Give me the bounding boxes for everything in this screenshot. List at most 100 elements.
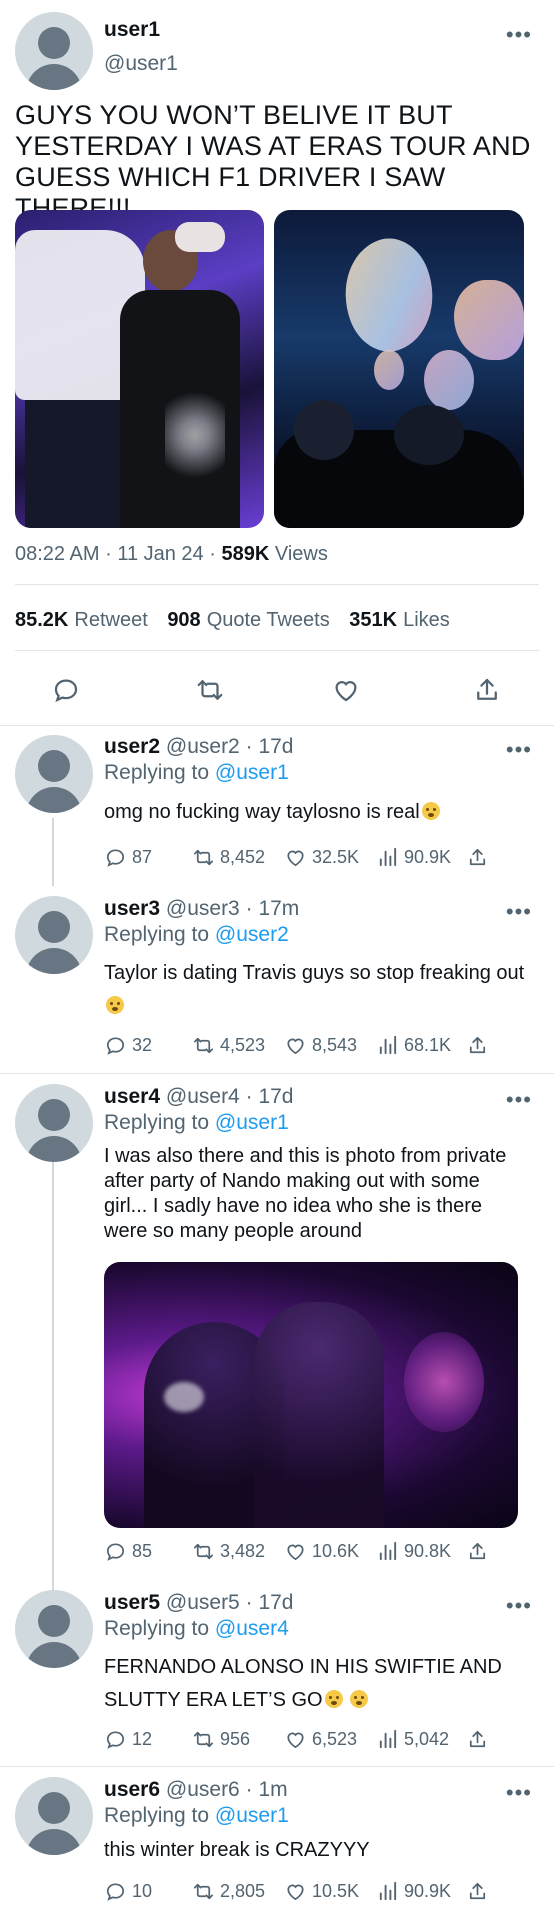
heart-icon[interactable]: 8,543 [284,1034,357,1057]
engagement-counts: 85.2K Retweet 908 Quote Tweets 351K Likes [15,609,450,632]
more-icon[interactable]: ••• [506,901,532,923]
author-name[interactable]: user2 [104,735,160,758]
heart-icon[interactable] [326,670,366,710]
views-icon[interactable]: 68.1K [376,1034,451,1057]
tweet-text: GUYS YOU WON’T BELIVE IT BUT YESTERDAY I… [15,100,531,223]
author-handle[interactable]: @user3 [166,897,240,920]
tweet-time: 08:22 AM [15,543,100,565]
reply-header: user5 @user5 · 17d [104,1591,294,1614]
author-name[interactable]: user1 [104,18,160,42]
avatar[interactable] [15,1590,93,1668]
reply-time: 17d [258,1591,294,1614]
heart-icon[interactable]: 32.5K [284,846,359,869]
avatar[interactable] [15,1777,93,1855]
author-handle[interactable]: @user4 [166,1085,240,1108]
tweet-photo-1[interactable] [15,210,264,528]
more-icon[interactable]: ••• [506,24,532,46]
timestamp-views: 08:22 AM · 11 Jan 24 · 589K Views [15,543,328,565]
mention-link[interactable]: @user4 [215,1617,289,1640]
weary-emoji-icon [324,1690,343,1708]
reply-time: 17d [258,1085,294,1108]
views-icon[interactable]: 90.8K [376,1540,451,1563]
reply-time: 17m [258,897,300,920]
retweet-icon[interactable]: 8,452 [192,846,265,869]
share-icon[interactable] [466,1034,489,1057]
reply-actions: 32 4,523 8,543 68.1K [104,1034,504,1064]
heart-icon[interactable]: 10.6K [284,1540,359,1563]
avatar[interactable] [15,896,93,974]
tweet-photo-2[interactable] [274,210,524,528]
share-icon[interactable] [466,846,489,869]
reply-text: I was also there and this is photo from … [104,1145,507,1242]
views-count: 589K [221,543,270,565]
more-icon[interactable]: ••• [506,1089,532,1111]
share-icon[interactable] [466,1880,489,1903]
reply-time: 17d [258,735,294,758]
replying-to: Replying to @user2 [104,923,289,946]
reply-text: FERNANDO ALONSO IN HIS SWIFTIE AND SLUTT… [104,1656,502,1711]
astonished-emoji-icon [421,802,440,820]
retweet-icon[interactable]: 956 [192,1728,250,1751]
replying-to: Replying to @user1 [104,761,289,784]
comment-icon[interactable]: 85 [104,1540,152,1563]
reply-header: user4 @user4 · 17d [104,1085,294,1108]
share-icon[interactable] [466,1540,489,1563]
mention-link[interactable]: @user1 [215,761,289,784]
more-icon[interactable]: ••• [506,1595,532,1617]
reply-actions: 87 8,452 32.5K 90.9K [104,846,504,876]
retweet-icon[interactable] [190,670,230,710]
reply-actions: 85 3,482 10.6K 90.8K [104,1540,504,1570]
views-icon[interactable]: 90.9K [376,846,451,869]
flushed-emoji-icon [106,996,124,1014]
avatar[interactable] [15,12,93,90]
retweet-icon[interactable]: 4,523 [192,1034,265,1057]
views-label: Views [274,543,328,565]
comment-icon[interactable]: 10 [104,1880,152,1903]
tweet-date: 11 Jan 24 [117,543,204,565]
reply-actions: 10 2,805 10.5K 90.9K [104,1880,504,1910]
mention-link[interactable]: @user1 [215,1111,289,1134]
author-name[interactable]: user3 [104,897,160,920]
author-handle[interactable]: @user6 [166,1778,240,1801]
reply-header: user3 @user3 · 17m [104,897,300,920]
share-icon[interactable] [467,670,507,710]
retweets-stat[interactable]: 85.2K Retweet [15,609,148,631]
replying-to: Replying to @user4 [104,1617,289,1640]
avatar[interactable] [15,1084,93,1162]
heart-icon[interactable]: 10.5K [284,1880,359,1903]
reply-text: this winter break is CRAZYYY [104,1839,370,1861]
retweet-icon[interactable]: 3,482 [192,1540,265,1563]
author-handle[interactable]: @user1 [104,52,178,76]
likes-stat[interactable]: 351K Likes [349,609,450,631]
comment-icon[interactable]: 32 [104,1034,152,1057]
reply-text: Taylor is dating Travis guys so stop fre… [104,957,544,1023]
comment-icon[interactable]: 87 [104,846,152,869]
more-icon[interactable]: ••• [506,1782,532,1804]
author-handle[interactable]: @user5 [166,1591,240,1614]
reply-actions: 12 956 6,523 5,042 [104,1728,504,1758]
mention-link[interactable]: @user2 [215,923,289,946]
replying-to: Replying to @user1 [104,1804,289,1827]
mention-link[interactable]: @user1 [215,1804,289,1827]
weary-emoji-icon [350,1690,369,1708]
author-name[interactable]: user5 [104,1591,160,1614]
heart-icon[interactable]: 6,523 [284,1728,357,1751]
quotes-stat[interactable]: 908 Quote Tweets [167,609,329,631]
author-name[interactable]: user4 [104,1085,160,1108]
avatar[interactable] [15,735,93,813]
retweet-icon[interactable]: 2,805 [192,1880,265,1903]
reply-text: omg no fucking way taylosno is real [104,800,534,825]
comment-icon[interactable]: 12 [104,1728,152,1751]
reply-header: user6 @user6 · 1m [104,1778,288,1801]
replying-to: Replying to @user1 [104,1111,289,1134]
views-icon[interactable]: 90.9K [376,1880,451,1903]
author-name[interactable]: user6 [104,1778,160,1801]
views-icon[interactable]: 5,042 [376,1728,449,1751]
author-handle[interactable]: @user2 [166,735,240,758]
reply-time: 1m [258,1778,288,1801]
reply-header: user2 @user2 · 17d [104,735,294,758]
share-icon[interactable] [466,1728,489,1751]
more-icon[interactable]: ••• [506,739,532,761]
reply-photo[interactable] [104,1262,518,1528]
comment-icon[interactable] [46,670,86,710]
